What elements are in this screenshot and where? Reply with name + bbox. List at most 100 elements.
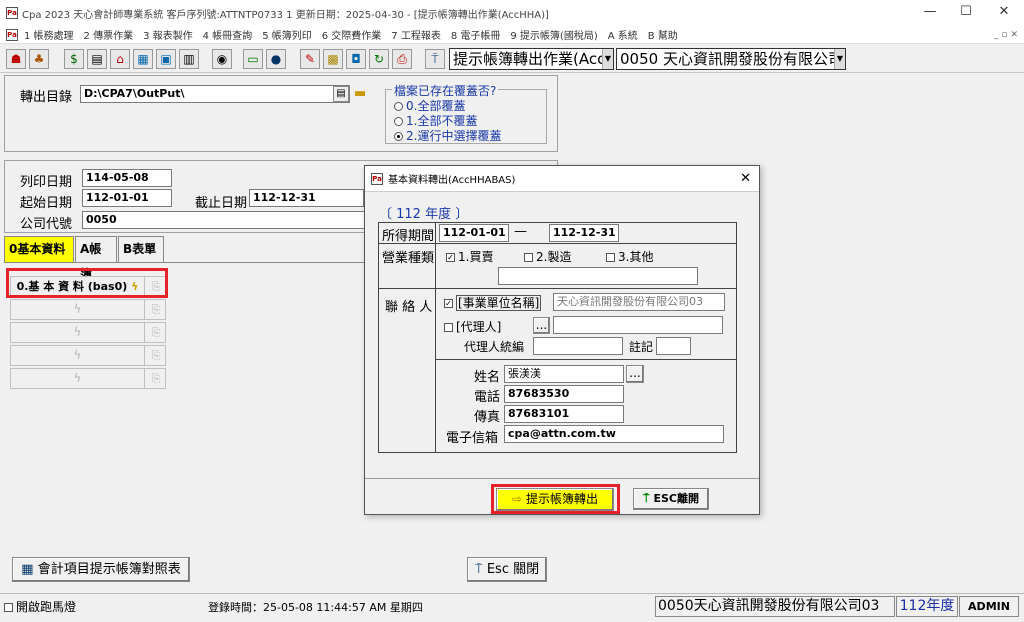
chevron-down-icon[interactable]: ▼ — [602, 49, 613, 69]
period-label-cell: 所得期間 — [378, 222, 436, 244]
menu-item[interactable]: A 系統 — [608, 27, 638, 42]
unit-name-input[interactable]: 天心資訊開發股份有限公司03 — [553, 293, 725, 311]
preview-icon[interactable]: ⎘ — [147, 323, 165, 342]
name-input[interactable]: 張渼渼 — [504, 365, 624, 383]
menu-item[interactable]: 4 帳冊查詢 — [203, 27, 253, 42]
contact-label: 聯 絡 人 — [385, 300, 433, 315]
company-select[interactable]: 0050 天心資訊開發股份有限公司 ▼ — [616, 48, 846, 70]
biz-label-cell: 營業種類 — [378, 243, 436, 289]
close-button[interactable]: ✕ — [994, 4, 1014, 19]
biz-manufacture-checkbox[interactable]: 2.製造 — [524, 248, 571, 265]
biz-other-checkbox[interactable]: 3.其他 — [606, 248, 653, 265]
users-icon[interactable]: ♣ — [29, 49, 49, 69]
lightning-icon[interactable]: ϟ — [11, 346, 145, 365]
tab-basic[interactable]: 0基本資料 — [4, 236, 74, 263]
mapping-table-button[interactable]: ▦ 會計項目提示帳簿對照表 — [12, 557, 190, 582]
calculator-icon[interactable]: ▥ — [179, 49, 199, 69]
mdi-controls-icon[interactable]: _ ▫ ✕ — [994, 30, 1018, 40]
period-from-input[interactable]: 112-01-01 — [439, 224, 509, 242]
agent-input[interactable] — [553, 316, 723, 334]
list-item[interactable]: ϟ ⎘ — [10, 345, 166, 366]
menu-item[interactable]: 1 帳務處理 — [24, 27, 74, 42]
status-company: 0050天心資訊開發股份有限公司03 — [655, 596, 895, 617]
monitor-icon[interactable]: ▭ — [243, 49, 263, 69]
end-date-input[interactable]: 112-12-31 — [249, 189, 364, 207]
bank-icon[interactable]: ⌂ — [110, 49, 130, 69]
exit-person-icon[interactable]: ⍑ — [425, 49, 445, 69]
year-label: 〔 112 年度 〕 — [379, 207, 469, 222]
print-date-input[interactable]: 114-05-08 — [82, 169, 172, 187]
menu-item[interactable]: B 幫助 — [648, 27, 678, 42]
menu-item[interactable]: 5 帳簿列印 — [262, 27, 312, 42]
ie-icon[interactable]: ✎ — [300, 49, 320, 69]
status-bar: 開啟跑馬燈 登錄時間：25-05-08 11:44:57 AM 星期四 0050… — [0, 593, 1024, 622]
chevron-down-icon[interactable]: ▼ — [834, 49, 845, 69]
table-icon[interactable]: ▦ — [133, 49, 153, 69]
company-code-input[interactable]: 0050 — [82, 211, 372, 229]
preview-icon[interactable]: ⎘ — [147, 346, 165, 365]
tel-input[interactable]: 87683530 — [504, 385, 624, 403]
fax-input[interactable]: 87683101 — [504, 405, 624, 423]
esc-leave-button[interactable]: ⍑ ESC離開 — [633, 488, 709, 510]
start-date-input[interactable]: 112-01-01 — [82, 189, 172, 207]
agent-browse-button[interactable]: ... — [533, 317, 550, 334]
export-panel: 轉出目錄 D:\CPA7\OutPut\ ▤ ▬ 檔案已存在覆蓋否? 0.全部覆… — [4, 75, 558, 152]
close-esc-button[interactable]: ⍑ Esc 關閉 — [467, 557, 547, 582]
form-select[interactable]: 提示帳簿轉出作業(Acc ▼ — [449, 48, 614, 70]
menu-item[interactable]: 9 提示帳簿(國稅局) — [510, 27, 597, 42]
tab-forms[interactable]: B表單 — [118, 236, 164, 263]
folder-icon[interactable]: ▬ — [354, 86, 372, 102]
app-icon: Pa — [6, 7, 18, 19]
overwrite-ask-radio[interactable]: 2.運行中選擇覆蓋 — [394, 127, 501, 144]
lightning-icon[interactable]: ϟ — [11, 369, 145, 388]
menu-item[interactable]: 7 工程報表 — [391, 27, 441, 42]
list-item[interactable]: ϟ ⎘ — [10, 368, 166, 389]
currency-icon[interactable]: $ — [64, 49, 84, 69]
dialog-titlebar: Pa 基本資料轉出(AccHHABAS) ✕ — [365, 166, 759, 192]
agent-checkbox[interactable]: [代理人] — [444, 318, 501, 335]
printer-icon[interactable]: ⎙ — [392, 49, 412, 69]
image-icon[interactable]: ▩ — [323, 49, 343, 69]
menu-item[interactable]: 2 傳票作業 — [84, 27, 134, 42]
minimize-button[interactable]: — — [920, 4, 940, 19]
menu-item[interactable]: 3 報表製作 — [143, 27, 193, 42]
preview-icon[interactable]: ⎘ — [147, 369, 165, 388]
maximize-button[interactable]: ☐ — [956, 4, 976, 19]
biz-trade-checkbox[interactable]: ✓ 1.買賣 — [446, 248, 493, 265]
name-browse-button[interactable]: ... — [626, 365, 644, 383]
dir-input[interactable]: D:\CPA7\OutPut\ — [80, 85, 350, 103]
note-label: 註記 — [629, 340, 654, 354]
mdi-icon: Pa — [6, 28, 18, 41]
email-input[interactable]: cpa@attn.com.tw — [504, 425, 724, 443]
dialog-close-icon[interactable]: ✕ — [740, 171, 751, 186]
web-icon[interactable]: ● — [266, 49, 286, 69]
note-input[interactable] — [656, 337, 691, 355]
window-icon[interactable]: ◘ — [346, 49, 366, 69]
period-to-input[interactable]: 112-12-31 — [549, 224, 619, 242]
list-item[interactable]: ϟ ⎘ — [10, 299, 166, 320]
refresh-icon[interactable]: ↻ — [369, 49, 389, 69]
lightning-icon[interactable]: ϟ — [11, 300, 145, 319]
calendar-icon[interactable]: ▤ — [87, 49, 107, 69]
contact-person-cell: 姓名 張渼渼 ... 電話 87683530 傳真 87683101 電子信箱 … — [435, 359, 737, 453]
basic-export-dialog: Pa 基本資料轉出(AccHHABAS) ✕ 〔 112 年度 〕 所得期間 1… — [364, 165, 760, 515]
menu-item[interactable]: 8 電子帳冊 — [451, 27, 501, 42]
fax-label: 傳真 — [474, 410, 501, 425]
lightning-icon[interactable]: ϟ — [11, 323, 145, 342]
menu-item[interactable]: 6 交際費作業 — [322, 27, 382, 42]
menu-bar: Pa 1 帳務處理 2 傳票作業 3 報表製作 4 帳冊查詢 5 帳簿列印 6 … — [0, 26, 1024, 44]
agent-id-input[interactable] — [533, 337, 623, 355]
home-icon[interactable]: ☗ — [6, 49, 26, 69]
exit-person-icon: ⍑ — [474, 562, 483, 577]
document-icon[interactable]: ▣ — [156, 49, 176, 69]
marquee-checkbox[interactable]: 開啟跑馬燈 — [4, 598, 76, 615]
window-title: Cpa 2023 天心會計師專業系統 客戶序列號:ATTNTP0733 1 更新… — [22, 9, 549, 21]
list-item[interactable]: ϟ ⎘ — [10, 322, 166, 343]
tab-books[interactable]: A帳簿 — [75, 236, 117, 281]
contact-label-cell: 聯 絡 人 — [378, 288, 436, 453]
unit-checkbox[interactable]: ✓ [事業單位名稱] — [444, 294, 542, 311]
preview-icon[interactable]: ⎘ — [147, 300, 165, 319]
browse-icon[interactable]: ▤ — [333, 86, 349, 102]
glasses-icon[interactable]: ◉ — [212, 49, 232, 69]
biz-other-input[interactable] — [498, 267, 698, 285]
